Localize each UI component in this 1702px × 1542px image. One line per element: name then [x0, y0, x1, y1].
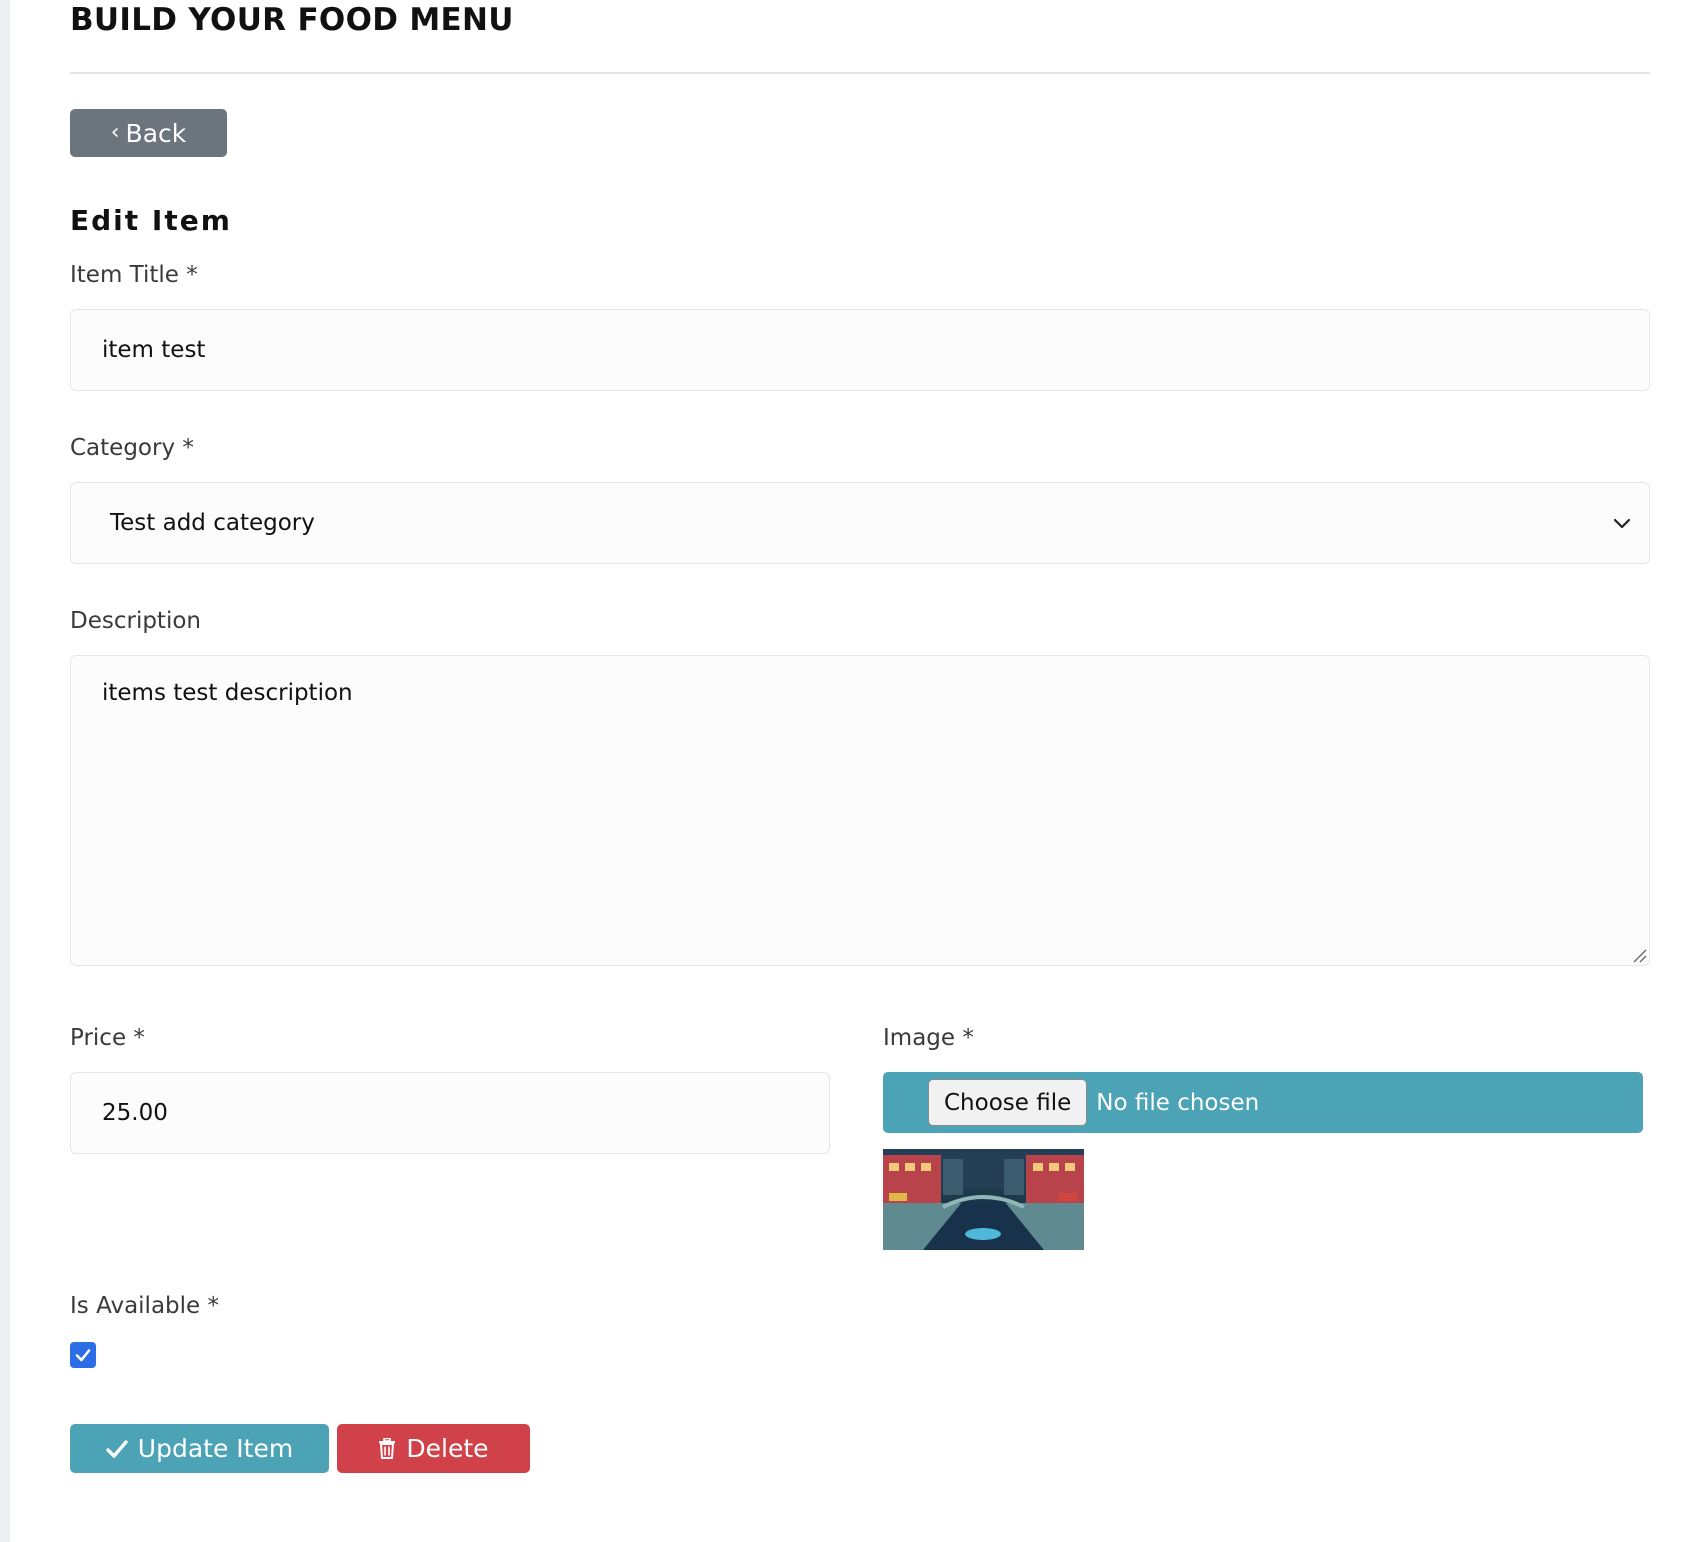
- trash-icon: [378, 1438, 396, 1459]
- divider: [70, 72, 1650, 74]
- category-select[interactable]: Test add category: [70, 482, 1650, 564]
- check-icon: [106, 1439, 128, 1459]
- item-title-value: item test: [102, 337, 206, 363]
- file-status: No file chosen: [1096, 1089, 1260, 1116]
- is-available-group: Is Available *: [70, 1292, 1650, 1368]
- category-selected-value: Test add category: [110, 510, 315, 536]
- form-actions: Update Item Delete: [70, 1424, 1650, 1473]
- category-label: Category *: [70, 435, 194, 461]
- page-title: BUILD YOUR FOOD MENU: [70, 2, 514, 38]
- delete-button[interactable]: Delete: [337, 1424, 530, 1473]
- price-image-row: Price * 25.00 Image * Choose file No fil…: [70, 1024, 1650, 1250]
- image-preview: [883, 1149, 1084, 1250]
- category-group: Category * Test add category: [70, 434, 1650, 564]
- image-file-input[interactable]: Choose file No file chosen: [883, 1072, 1643, 1133]
- chevron-left-icon: ‹: [110, 119, 120, 145]
- description-group: Description items test description: [70, 607, 1650, 966]
- image-group: Image * Choose file No file chosen: [883, 1024, 1643, 1250]
- delete-label: Delete: [406, 1434, 489, 1463]
- update-item-button[interactable]: Update Item: [70, 1424, 329, 1473]
- main-content: BUILD YOUR FOOD MENU ‹ Back Edit Item It…: [70, 0, 1650, 1473]
- check-icon: [75, 1349, 91, 1362]
- price-input[interactable]: 25.00: [70, 1072, 830, 1154]
- item-title-label: Item Title *: [70, 262, 198, 288]
- update-item-label: Update Item: [137, 1434, 294, 1463]
- price-label: Price *: [70, 1025, 145, 1051]
- is-available-label: Is Available *: [70, 1293, 219, 1319]
- price-value: 25.00: [102, 1100, 168, 1126]
- back-button[interactable]: ‹ Back: [70, 109, 227, 157]
- resize-grip-icon[interactable]: [1631, 947, 1647, 963]
- back-button-label: Back: [125, 118, 187, 148]
- choose-file-button[interactable]: Choose file: [928, 1079, 1088, 1126]
- item-title-group: Item Title * item test: [70, 261, 1650, 391]
- is-available-checkbox[interactable]: [70, 1342, 96, 1368]
- description-value: items test description: [102, 680, 353, 706]
- price-group: Price * 25.00: [70, 1024, 830, 1250]
- image-label: Image *: [883, 1025, 974, 1051]
- description-textarea[interactable]: items test description: [70, 655, 1650, 966]
- sidebar-edge: [0, 0, 10, 1542]
- section-title: Edit Item: [70, 204, 232, 237]
- item-title-input[interactable]: item test: [70, 309, 1650, 391]
- description-label: Description: [70, 608, 201, 634]
- chevron-down-icon: [1613, 518, 1631, 529]
